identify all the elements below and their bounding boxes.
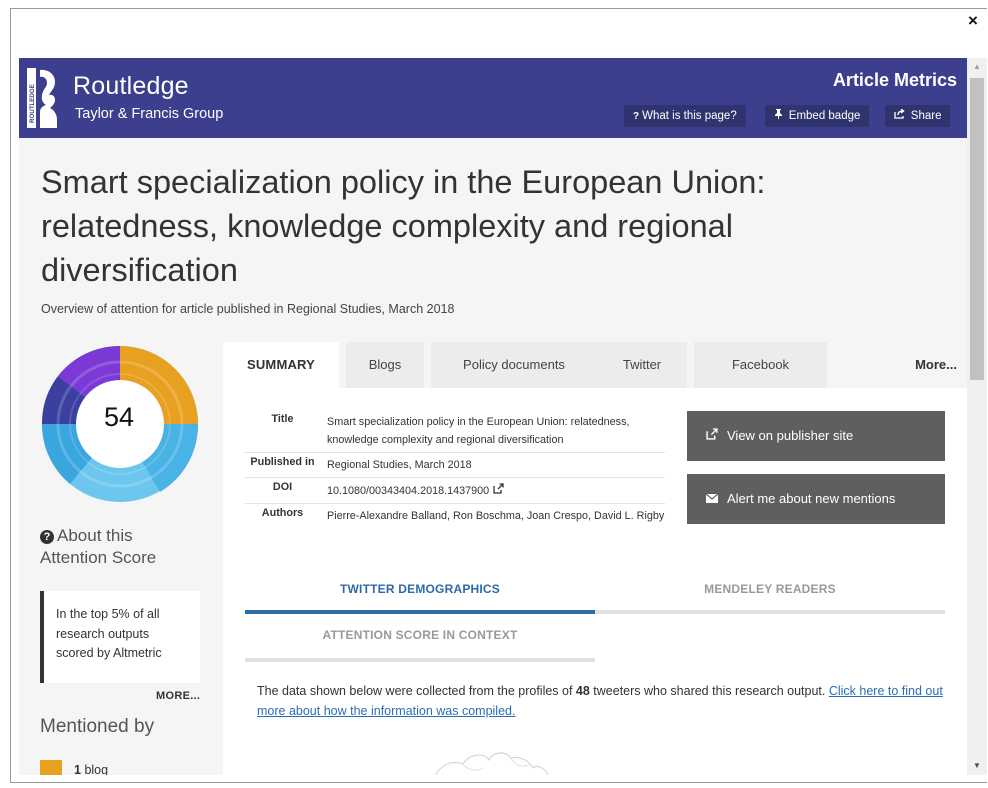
attention-score: 54	[103, 402, 135, 432]
logo-vertical-text: ROUTLEDGE	[29, 84, 36, 123]
tab-policy-documents[interactable]: Policy documents	[431, 342, 597, 388]
article-metrics-page: ROUTLEDGE Routledge Taylor & Francis Gro…	[19, 58, 967, 775]
embed-badge-button[interactable]: Embed badge	[765, 105, 870, 127]
about-attention-score-link[interactable]: ? About this Attention Score	[40, 525, 190, 569]
detail-row-title: Title Smart specialization policy in the…	[245, 410, 665, 453]
share-icon	[894, 108, 908, 122]
view-on-publisher-site-button[interactable]: View on publisher site	[687, 411, 945, 461]
blog-count: 1	[74, 763, 81, 775]
article-metrics-heading: Article Metrics	[832, 70, 957, 90]
desc-prefix: The data shown below were collected from…	[257, 684, 576, 698]
scroll-up-arrow-icon[interactable]: ▲	[967, 58, 987, 76]
detail-key-doi: DOI	[272, 481, 293, 493]
envelope-icon	[703, 474, 721, 524]
doi-link[interactable]: 10.1080/00343404.2018.1437900	[327, 485, 489, 497]
scrollbar-thumb[interactable]	[970, 78, 984, 380]
pin-icon	[774, 109, 786, 122]
alert-me-label: Alert me about new mentions	[727, 491, 896, 506]
what-is-this-page-label: What is this page?	[642, 110, 737, 122]
detail-key-title: Title	[271, 413, 294, 425]
what-is-this-page-button[interactable]: ? What is this page?	[624, 105, 746, 127]
tab-facebook[interactable]: Facebook	[694, 342, 827, 388]
detail-value-doi[interactable]: 10.1080/00343404.2018.1437900	[327, 478, 665, 503]
demographics-description: The data shown below were collected from…	[257, 682, 957, 721]
tab-twitter[interactable]: Twitter	[597, 342, 687, 388]
tab-attention-score-in-context[interactable]: ATTENTION SCORE IN CONTEXT	[245, 628, 595, 662]
score-more-link[interactable]: MORE...	[156, 690, 200, 702]
mentioned-by-heading: Mentioned by	[40, 716, 155, 737]
brand-subtitle: Taylor & Francis Group	[75, 106, 224, 122]
desc-suffix: tweeters who shared this research output…	[589, 684, 829, 698]
tab-mendeley-readers[interactable]: MENDELEY READERS	[595, 582, 945, 614]
tab-more[interactable]: More...	[915, 342, 957, 388]
vertical-scrollbar[interactable]: ▲ ▼	[967, 58, 987, 775]
question-icon: ?	[633, 111, 640, 122]
blog-label: blog	[84, 763, 109, 775]
routledge-logo-icon: ROUTLEDGE	[27, 68, 57, 128]
alert-me-button[interactable]: Alert me about new mentions	[687, 474, 945, 524]
world-map-icon	[434, 752, 550, 775]
detail-value-published: Regional Studies, March 2018	[327, 459, 472, 471]
brand-name: Routledge	[73, 72, 189, 100]
detail-row-published: Published in Regional Studies, March 201…	[245, 453, 665, 478]
detail-value-authors: Pierre-Alexandre Balland, Ron Boschma, J…	[327, 510, 665, 522]
score-context-box: In the top 5% of all research outputs sc…	[40, 591, 200, 683]
article-details-table: Title Smart specialization policy in the…	[245, 410, 665, 528]
blog-count-label: 1 blog	[74, 763, 108, 775]
share-button[interactable]: Share	[885, 105, 951, 127]
detail-key-authors: Authors	[261, 507, 304, 519]
view-on-publisher-site-label: View on publisher site	[727, 428, 854, 443]
embed-badge-label: Embed badge	[788, 110, 861, 122]
detail-row-doi: DOI 10.1080/00343404.2018.1437900	[245, 478, 665, 504]
tab-blogs[interactable]: Blogs	[346, 342, 424, 388]
detail-row-authors: Authors Pierre-Alexandre Balland, Ron Bo…	[245, 504, 665, 528]
scroll-down-arrow-icon[interactable]: ▼	[967, 757, 987, 775]
article-title: Smart specialization policy in the Europ…	[41, 164, 766, 288]
article-overview: Overview of attention for article publis…	[41, 302, 455, 316]
external-link-icon	[493, 481, 504, 499]
detail-key-published: Published in	[250, 456, 315, 468]
tweeter-count: 48	[575, 684, 590, 698]
detail-value-title: Smart specialization policy in the Europ…	[327, 416, 630, 446]
external-link-icon	[703, 411, 721, 461]
tab-twitter-demographics[interactable]: TWITTER DEMOGRAPHICS	[245, 582, 595, 614]
blog-color-swatch	[40, 760, 62, 775]
question-circle-icon: ?	[40, 530, 54, 544]
header-banner: ROUTLEDGE Routledge Taylor & Francis Gro…	[19, 58, 967, 138]
close-button[interactable]: ×	[965, 12, 981, 30]
tab-summary[interactable]: SUMMARY	[223, 342, 339, 388]
about-attention-score-label: About this Attention Score	[40, 526, 157, 567]
tab-bar: SUMMARY Blogs Policy documents Twitter F…	[223, 342, 967, 388]
summary-panel: Title Smart specialization policy in the…	[223, 388, 967, 775]
share-label: Share	[910, 110, 942, 122]
